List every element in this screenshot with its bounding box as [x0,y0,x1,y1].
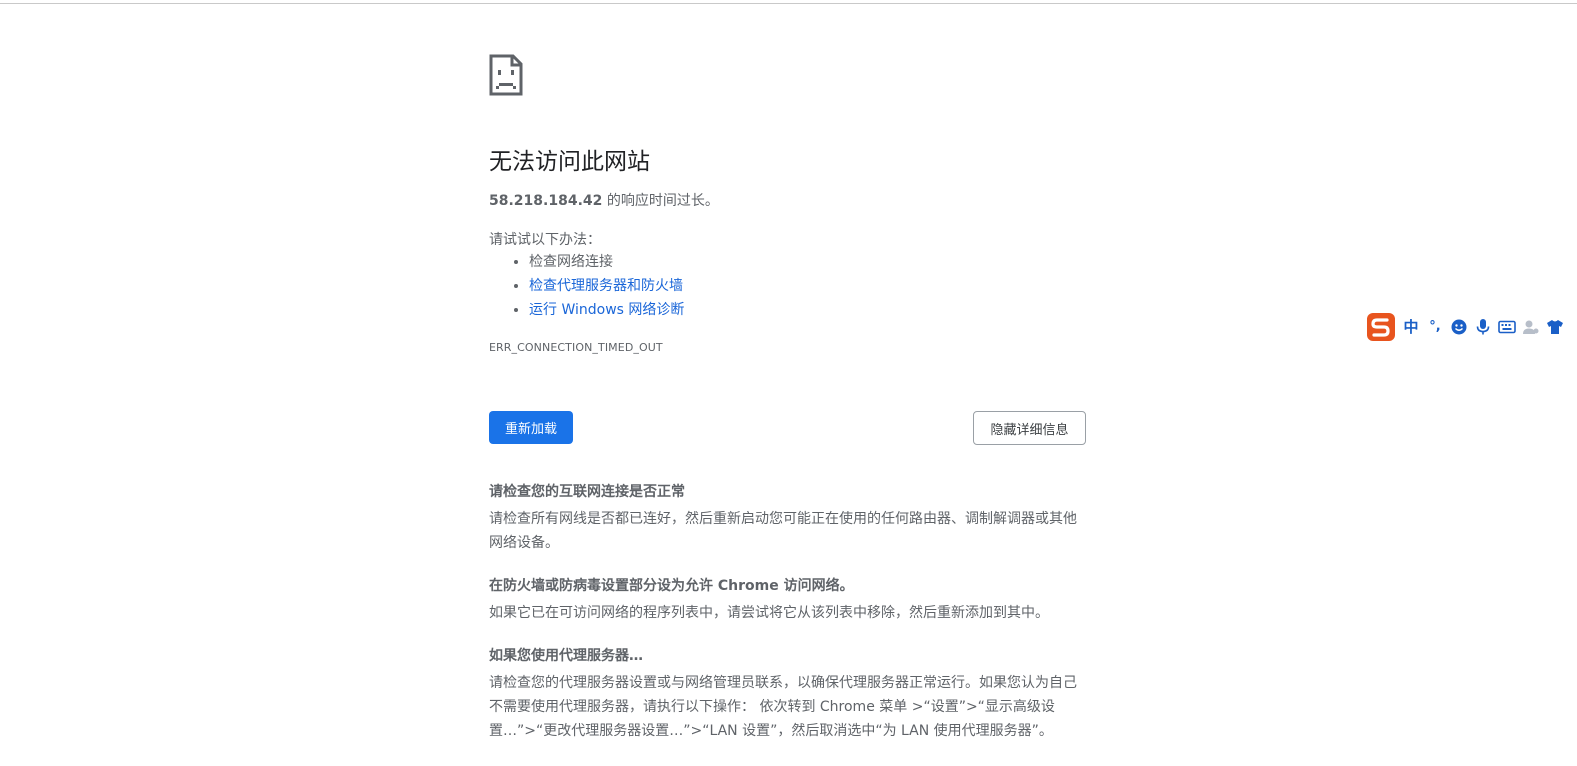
details-section: 请检查您的互联网连接是否正常 请检查所有网线是否都已连好，然后重新启动您可能正在… [489,481,1089,743]
details-item-proxy: 如果您使用代理服务器… 请检查您的代理服务器设置或与网络管理员联系，以确保代理服… [489,645,1089,743]
details-heading: 如果您使用代理服务器… [489,648,643,664]
details-heading: 在防火墙或防病毒设置部分设为允许 Chrome 访问网络。 [489,578,854,594]
emoji-icon[interactable] [1450,318,1468,336]
page-title: 无法访问此网站 [489,149,650,175]
check-proxy-firewall-link[interactable]: 检查代理服务器和防火墙 [529,278,683,294]
suggestion-label: 检查网络连接 [529,254,613,270]
hide-details-button[interactable]: 隐藏详细信息 [973,411,1086,445]
suggestions-list: 检查网络连接 检查代理服务器和防火墙 运行 Windows 网络诊断 [489,250,684,322]
details-item-connection: 请检查您的互联网连接是否正常 请检查所有网线是否都已连好，然后重新启动您可能正在… [489,481,1089,555]
details-body: 请检查您的代理服务器设置或与网络管理员联系，以确保代理服务器正常运行。如果您认为… [489,675,1077,739]
details-heading: 请检查您的互联网连接是否正常 [489,484,685,500]
details-body: 请检查所有网线是否都已连好，然后重新启动您可能正在使用的任何路由器、调制解调器或… [489,511,1077,551]
suggestion-run-diagnostics: 运行 Windows 网络诊断 [529,298,684,322]
run-network-diagnostics-link[interactable]: 运行 Windows 网络诊断 [529,302,684,318]
host-address: 58.218.184.42 [489,193,603,209]
window-top-border [0,0,1577,4]
reload-button[interactable]: 重新加载 [489,411,573,444]
user-icon[interactable] [1522,318,1540,336]
ime-punctuation-toggle[interactable]: °, [1426,318,1444,336]
error-summary: 58.218.184.42 的响应时间过长。 [489,190,719,210]
microphone-icon[interactable] [1474,318,1492,336]
details-item-firewall: 在防火墙或防病毒设置部分设为允许 Chrome 访问网络。 如果它已在可访问网络… [489,575,1089,625]
sad-page-icon [489,54,523,96]
suggestion-check-proxy-firewall: 检查代理服务器和防火墙 [529,274,684,298]
skin-shirt-icon[interactable] [1546,318,1564,336]
sogou-logo-icon[interactable] [1366,312,1396,342]
keyboard-icon[interactable] [1498,318,1516,336]
suggestion-check-connection: 检查网络连接 [529,250,684,274]
details-body: 如果它已在可访问网络的程序列表中，请尝试将它从该列表中移除，然后重新添加到其中。 [489,605,1049,621]
summary-text: 的响应时间过长。 [602,193,719,209]
suggestions-intro: 请试试以下办法： [489,232,601,248]
ime-toolbar[interactable]: 中 °, [1366,312,1577,342]
error-code: ERR_CONNECTION_TIMED_OUT [489,341,663,354]
ime-mode-toggle[interactable]: 中 [1402,318,1420,336]
